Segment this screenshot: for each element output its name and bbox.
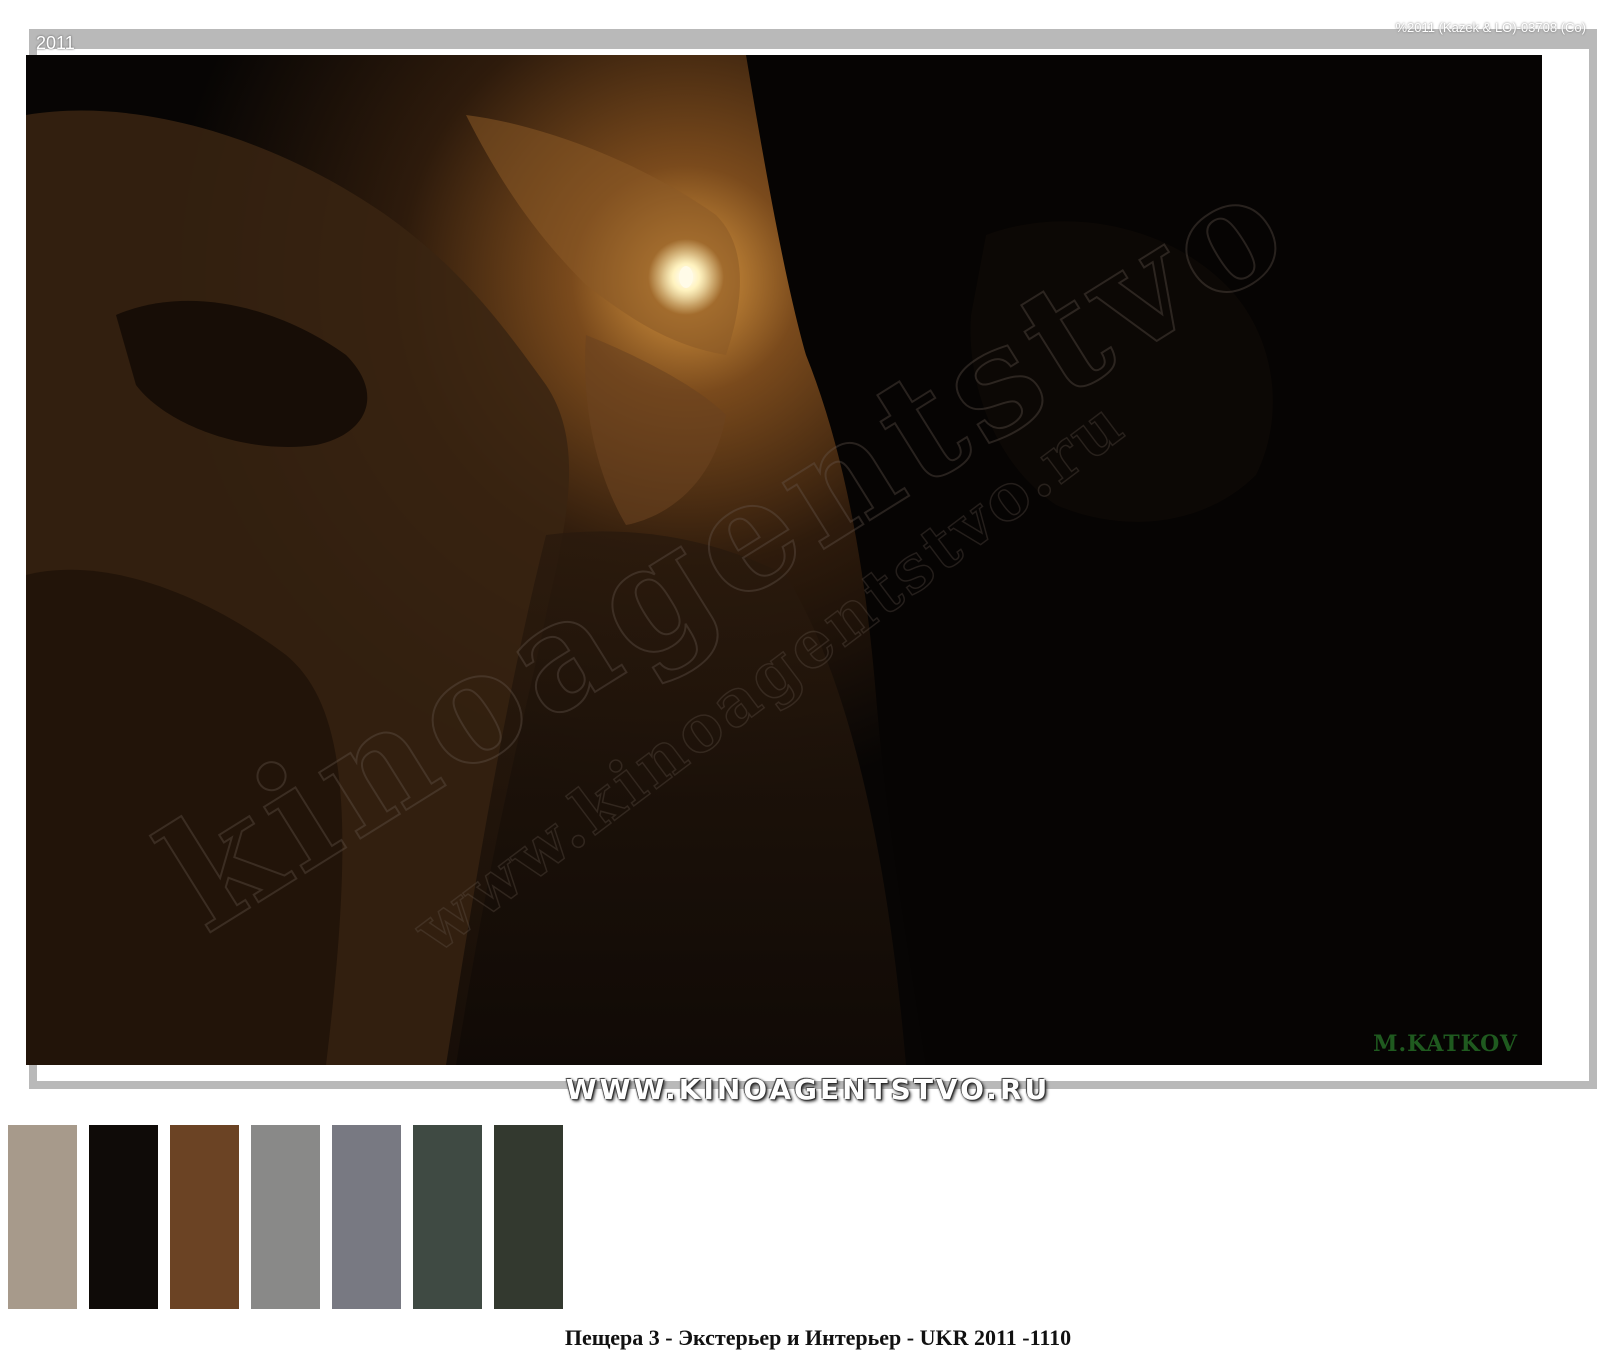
photo-caption: Пещера 3 - Экстерьер и Интерьер - UKR 20… — [564, 1325, 1072, 1350]
swatch-charcoal-green — [494, 1125, 563, 1309]
swatch-dark-green-gray — [413, 1125, 482, 1309]
swatch-brown — [170, 1125, 239, 1309]
swatch-black — [89, 1125, 158, 1309]
year-label: 2011 — [36, 33, 75, 53]
copyright-label: %2011 (Kazek & LO)-03708 (Co) — [1395, 20, 1586, 35]
site-banner: WWW.KINOAGENTSTVO.RU — [565, 1073, 1051, 1106]
cave-photo: kinoagentstvo www.kinoagentstvo.ru M.KAT… — [26, 55, 1542, 1065]
swatch-slate — [332, 1125, 401, 1309]
cave-scene — [26, 55, 1542, 1065]
swatch-gray — [251, 1125, 320, 1309]
author-signature: M.KATKOV — [1373, 1031, 1518, 1057]
swatch-taupe — [8, 1125, 77, 1309]
